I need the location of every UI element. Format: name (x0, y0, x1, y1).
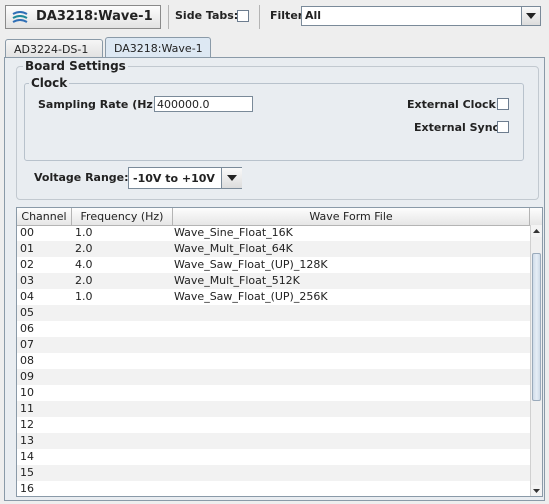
board-settings-title: Board Settings (23, 59, 128, 73)
cell-channel: 00 (20, 226, 34, 239)
app-logo-icon (11, 9, 29, 27)
table-row[interactable]: 14 (17, 449, 530, 465)
toolbar-separator (259, 5, 260, 29)
table-row[interactable]: 15 (17, 465, 530, 481)
filter-dropdown[interactable]: All (301, 6, 541, 26)
chevron-down-icon (526, 13, 536, 19)
table-row[interactable]: 08 (17, 353, 530, 369)
cell-wave-form-file: Wave_Saw_Float_(UP)_256K (174, 290, 328, 303)
table-row[interactable]: 03 2.0 Wave_Mult_Float_512K (17, 273, 530, 289)
voltage-range-dropdown[interactable]: -10V to +10V (128, 167, 242, 189)
filter-value: All (305, 9, 322, 22)
cell-frequency: 2.0 (75, 242, 93, 255)
cell-wave-form-file: Wave_Mult_Float_512K (174, 274, 300, 287)
voltage-range-value: -10V to +10V (133, 172, 215, 185)
table-row[interactable]: 00 1.0 Wave_Sine_Float_16K (17, 225, 530, 241)
cell-channel: 15 (20, 466, 34, 479)
column-header-channel[interactable]: Channel (17, 208, 72, 225)
cell-channel: 10 (20, 386, 34, 399)
scroll-down-button[interactable] (531, 485, 542, 496)
table-row[interactable]: 01 2.0 Wave_Mult_Float_64K (17, 241, 530, 257)
clock-title: Clock (29, 76, 70, 90)
cell-channel: 05 (20, 306, 34, 319)
cell-channel: 07 (20, 338, 34, 351)
cell-frequency: 2.0 (75, 274, 93, 287)
table-row[interactable]: 11 (17, 401, 530, 417)
app-title-button[interactable]: DA3218:Wave-1 (5, 5, 161, 29)
vertical-scrollbar[interactable] (530, 225, 542, 496)
toolbar-separator (168, 5, 169, 29)
column-header-wave-form-file[interactable]: Wave Form File (173, 208, 530, 225)
cell-channel: 12 (20, 418, 34, 431)
table-row[interactable]: 10 (17, 385, 530, 401)
table-row[interactable]: 04 1.0 Wave_Saw_Float_(UP)_256K (17, 289, 530, 305)
tab-da3218-wave-1[interactable]: DA3218:Wave-1 (105, 37, 211, 58)
external-clock-checkbox[interactable] (497, 98, 509, 110)
filter-dropdown-button[interactable] (521, 7, 540, 25)
top-toolbar: DA3218:Wave-1 Side Tabs: Filter: All (0, 0, 549, 34)
column-header-frequency[interactable]: Frequency (Hz) (72, 208, 173, 225)
table-body: 00 1.0 Wave_Sine_Float_16K 01 2.0 Wave_Mult_F… (17, 225, 530, 496)
sampling-rate-input[interactable]: 400000.0 (154, 96, 253, 112)
voltage-range-dropdown-button[interactable] (221, 168, 242, 188)
table-row[interactable]: 05 (17, 305, 530, 321)
chevron-down-icon (227, 175, 237, 181)
cell-channel: 06 (20, 322, 34, 335)
side-tabs-label: Side Tabs: (175, 9, 239, 22)
table-row[interactable]: 16 (17, 481, 530, 496)
table-row[interactable]: 06 (17, 321, 530, 337)
external-sync-checkbox[interactable] (497, 121, 509, 133)
cell-channel: 03 (20, 274, 34, 287)
cell-wave-form-file: Wave_Saw_Float_(UP)_128K (174, 258, 328, 271)
sampling-rate-label: Sampling Rate (Hz): (38, 98, 163, 111)
table-row[interactable]: 07 (17, 337, 530, 353)
table-row[interactable]: 02 4.0 Wave_Saw_Float_(UP)_128K (17, 257, 530, 273)
app-title: DA3218:Wave-1 (36, 9, 153, 24)
external-sync-label: External Sync: (414, 121, 504, 134)
cell-channel: 09 (20, 370, 34, 383)
scrollbar-thumb[interactable] (532, 253, 541, 401)
cell-wave-form-file: Wave_Sine_Float_16K (174, 226, 293, 239)
side-tabs-checkbox[interactable] (237, 10, 249, 22)
cell-channel: 02 (20, 258, 34, 271)
cell-frequency: 4.0 (75, 258, 93, 271)
wave-channel-table: Channel Frequency (Hz) Wave Form File 00… (16, 207, 543, 497)
arrow-down-icon (533, 489, 540, 493)
cell-frequency: 1.0 (75, 290, 93, 303)
cell-frequency: 1.0 (75, 226, 93, 239)
cell-channel: 08 (20, 354, 34, 367)
tab-ad3224-ds-1[interactable]: AD3224-DS-1 (5, 39, 103, 57)
table-row[interactable]: 13 (17, 433, 530, 449)
voltage-range-label: Voltage Range: (34, 171, 129, 184)
cell-channel: 11 (20, 402, 34, 415)
cell-channel: 13 (20, 434, 34, 447)
cell-wave-form-file: Wave_Mult_Float_64K (174, 242, 293, 255)
table-row[interactable]: 12 (17, 417, 530, 433)
arrow-up-icon (533, 229, 540, 233)
cell-channel: 16 (20, 482, 34, 495)
cell-channel: 04 (20, 290, 34, 303)
table-row[interactable]: 09 (17, 369, 530, 385)
external-clock-label: External Clock: (407, 98, 501, 111)
cell-channel: 14 (20, 450, 34, 463)
cell-channel: 01 (20, 242, 34, 255)
scroll-up-button[interactable] (531, 225, 542, 237)
table-header: Channel Frequency (Hz) Wave Form File (17, 208, 542, 226)
